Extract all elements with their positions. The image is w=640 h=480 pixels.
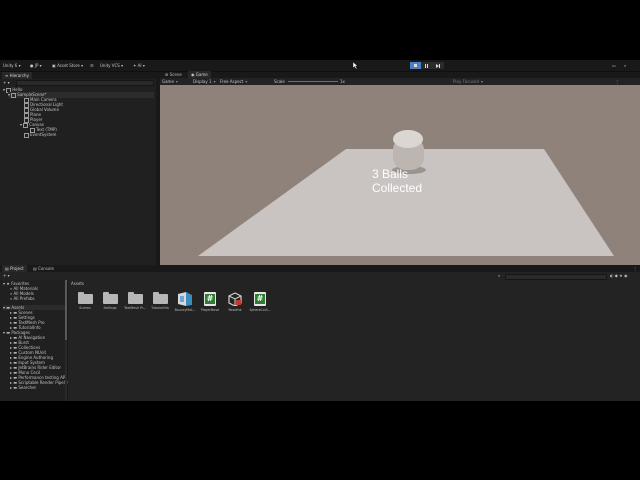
panel-menu-icon[interactable]: ⋮ (630, 265, 640, 272)
material-icon (178, 292, 192, 306)
folder-icon (102, 292, 118, 304)
mouse-cursor-icon (353, 62, 358, 69)
folder-icon (127, 292, 143, 304)
player-capsule-top (393, 130, 423, 148)
display-select-label: Display 1 (193, 79, 212, 84)
tab-hierarchy[interactable]: ≡ Hierarchy (2, 72, 32, 79)
game-view-toolbar: Game ▾ Display 1 ▾ Free Aspect ▾ Scale 1x P… (160, 78, 640, 85)
tree-scrollbar-thumb[interactable] (65, 280, 67, 340)
aspect-dropdown[interactable]: Free Aspect ▾ (220, 79, 247, 84)
asset-item[interactable]: TutorialInfo (149, 292, 171, 310)
project-toolbar: + ▾ ⌕ ◐ ◆ ★ ◉ (0, 272, 640, 280)
favorites-item-label: All Prefabs (13, 296, 35, 301)
scale-label: Scale (274, 79, 285, 84)
folder-icon (152, 292, 168, 304)
package-item-label: Searcher (18, 385, 37, 390)
pause-icon (425, 63, 427, 68)
search-icon[interactable]: ⌕ (624, 63, 626, 68)
asset-label: Readme (228, 308, 242, 312)
user-button[interactable]: ● JP ▾ (30, 63, 42, 68)
play-button[interactable] (410, 62, 422, 69)
asset-label: PlayerMove (200, 308, 220, 312)
balls-count-line: 3 Balls (372, 167, 409, 181)
csharp-script-icon: # (254, 292, 266, 306)
asset-item[interactable]: TextMesh Pr... (124, 292, 146, 310)
tab-game-label: Game (195, 72, 208, 77)
asset-item[interactable]: BouncyMat... (174, 292, 196, 312)
ai-button[interactable]: ✦ AI ▾ (133, 63, 145, 68)
asset-item[interactable]: Scenes (74, 292, 96, 310)
tab-scene-label: Scene (169, 72, 182, 77)
step-button[interactable] (433, 62, 444, 69)
scale-slider[interactable] (288, 81, 338, 82)
display-select[interactable]: Display 1 ▾ (193, 79, 216, 84)
account-label: Unity 6 (3, 63, 18, 68)
collected-line: Collected (372, 181, 423, 195)
asset-item[interactable]: Settings (99, 292, 121, 310)
hierarchy-search-input[interactable] (16, 80, 154, 86)
package-item[interactable]: ▸ ▬ Searcher (10, 385, 36, 390)
project-asset-grid: Assets Scenes Settings TextMesh Pr... Tu… (68, 280, 640, 401)
asset-item[interactable]: # PlayerMove (199, 292, 221, 312)
folder-icon (77, 292, 93, 304)
stop-icon (414, 64, 418, 67)
asset-label: SphereColli... (249, 308, 271, 312)
project-folder-tree: ▾ ★ Favorites ⌕ All Materials ⌕ All Mode… (0, 280, 71, 401)
hierarchy-tab-label: Hierarchy (9, 73, 29, 78)
hierarchy-item-label: EventSystem (30, 132, 57, 137)
project-search-icon: ⌕ (498, 273, 501, 278)
display-mode-label: Game (162, 79, 174, 84)
csharp-script-icon: # (204, 292, 216, 306)
user-label: JP (34, 63, 39, 68)
asset-store-label: Asset Store (57, 63, 80, 68)
asset-item[interactable]: # SphereColli... (249, 292, 271, 312)
hierarchy-item-eventsystem[interactable]: EventSystem (24, 132, 56, 138)
create-button[interactable]: + ▾ (3, 80, 10, 85)
readme-asset-icon (228, 292, 242, 306)
breadcrumb[interactable]: Assets (71, 281, 84, 286)
filter-icon[interactable]: ◐ ◆ ★ ◉ (610, 273, 627, 278)
ai-label: AI (137, 63, 142, 68)
asset-store-button[interactable]: ▣ Asset Store ▾ (52, 63, 83, 68)
playmode-controls (410, 62, 444, 69)
tab-project-label: Project (10, 266, 24, 271)
game-viewport[interactable]: 3 Balls Collected (160, 85, 640, 265)
scale-value: 1x (340, 79, 345, 84)
cloud-icon[interactable]: ☰ (90, 63, 94, 68)
asset-label: Scenes (79, 306, 91, 310)
asset-label: TextMesh Pr... (124, 306, 146, 310)
main-toolbar: Unity 6 ▾ ● JP ▾ ▣ Asset Store ▾ ☰ Unity… (0, 60, 640, 72)
balls-collected-text: 3 Balls Collected (372, 167, 422, 195)
asset-item[interactable]: Readme (224, 292, 246, 312)
favorites-item[interactable]: ⌕ All Prefabs (10, 296, 35, 301)
tab-project[interactable]: ▤ Project (2, 265, 27, 272)
gameobject-icon (24, 132, 29, 138)
tab-scene[interactable]: ⊞ Scene (162, 71, 185, 78)
unity-editor-window: Unity 6 ▾ ● JP ▾ ▣ Asset Store ▾ ☰ Unity… (0, 60, 640, 401)
play-focused-label: Play Focused (453, 79, 480, 84)
project-tabbar: ▤ Project ▤ Console ⋮ (0, 265, 640, 272)
layout-icon[interactable]: ▭ (612, 63, 616, 68)
aspect-label: Free Aspect (220, 79, 244, 84)
asset-label: BouncyMat... (174, 308, 196, 312)
play-focused-dropdown[interactable]: Play Focused ▾ (453, 79, 483, 84)
tab-console[interactable]: ▤ Console (30, 265, 57, 272)
pause-button[interactable] (421, 62, 432, 69)
scene-icon (11, 92, 17, 98)
display-mode-dropdown[interactable]: Game ▾ (162, 79, 178, 84)
version-control-button[interactable]: Unity VCS ▾ (100, 63, 123, 68)
version-control-label: Unity VCS (100, 63, 120, 68)
tree-scrollbar[interactable] (65, 280, 67, 401)
hierarchy-panel: ≡ Hierarchy + ▾ ▾ Hello ▾ SampleScene* M… (0, 72, 156, 282)
tab-game[interactable]: ◉ Game (188, 71, 211, 78)
game-view-menu-icon[interactable]: ⋮ (615, 79, 619, 84)
asset-label: Settings (103, 306, 117, 310)
asset-label: TutorialInfo (151, 306, 169, 310)
project-create-button[interactable]: + ▾ (3, 273, 10, 278)
account-button[interactable]: Unity 6 ▾ (3, 63, 21, 68)
tab-console-label: Console (38, 266, 54, 271)
gameobject-icon (23, 122, 29, 128)
